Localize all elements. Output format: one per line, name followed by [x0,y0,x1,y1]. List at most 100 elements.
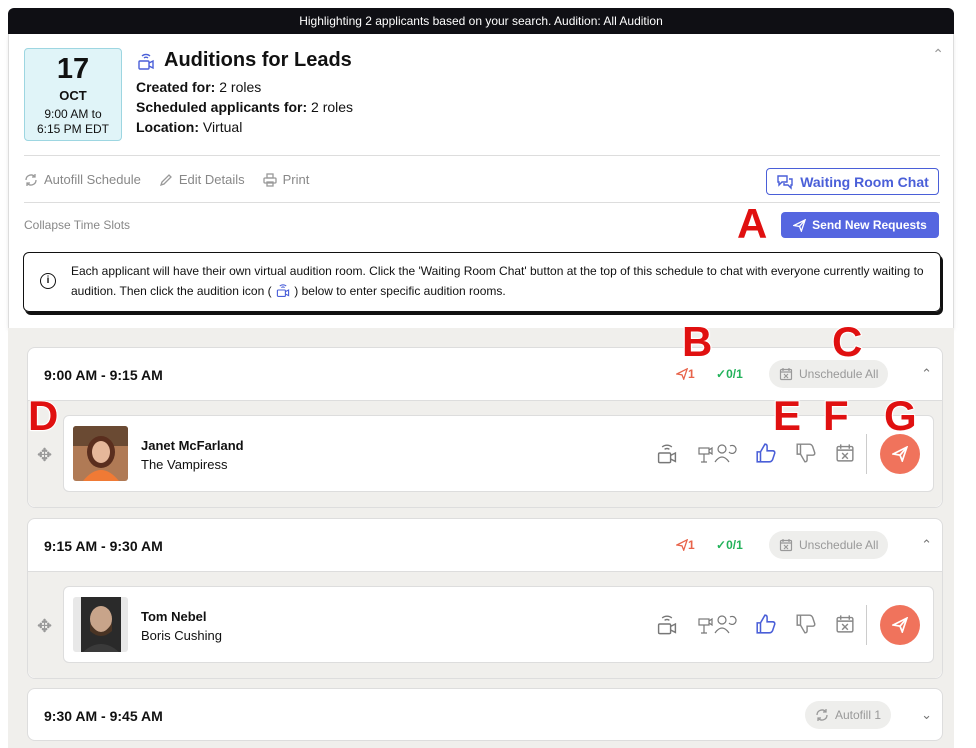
drag-handle-icon[interactable]: ✥ [37,445,52,466]
unschedule-all-button[interactable]: Unschedule All [769,531,889,559]
divider [866,434,867,474]
paper-plane-icon [793,218,807,232]
location-value: Virtual [202,119,243,135]
time-slot-body: ✥ Janet McFarland The Vampiress [28,400,942,507]
created-for-label: Created for: [136,79,216,95]
notice-text-part2: ) below to enter specific audition rooms… [294,284,506,298]
page-title: Auditions for Leads [164,49,352,71]
waiting-room-chat-label: Waiting Room Chat [800,173,929,190]
thumbs-down-icon[interactable] [795,613,817,635]
autofill-schedule-label: Autofill Schedule [44,172,141,187]
date-month: OCT [59,88,87,103]
chevron-up-icon[interactable]: ⌃ [921,366,932,382]
time-slot: 9:15 AM - 9:30 AM 1 ✓0/1 Unschedule All … [27,518,943,679]
thumbs-down-icon[interactable] [795,442,817,464]
date-time-end: 6:15 PM EDT [36,122,110,136]
created-for: Created for: 2 roles [136,79,261,95]
applicant-actions [655,441,855,465]
audition-room-icon[interactable] [655,441,679,465]
pencil-icon [159,173,172,186]
calendar-x-icon[interactable] [835,443,855,463]
audition-inline-icon [275,282,291,298]
drag-handle-icon[interactable]: ✥ [37,616,52,637]
autofill-schedule-button[interactable]: Autofill Schedule [24,172,141,187]
date-time-start: 9:00 AM to [44,107,102,121]
time-slot: 9:30 AM - 9:45 AM Autofill 1 ⌄ [27,688,943,741]
date-badge: 17 OCT 9:00 AM to 6:15 PM EDT [24,48,122,141]
paper-plane-icon [892,617,908,633]
applicant-role: The Vampiress [141,457,228,472]
search-highlight-banner: Highlighting 2 applicants based on your … [8,8,954,34]
virtual-audition-notice: i Each applicant will have their own vir… [23,252,941,312]
print-button[interactable]: Print [262,172,310,187]
time-slot-header: 9:00 AM - 9:15 AM 1 ✓0/1 Unschedule All … [28,348,942,400]
location: Location: Virtual [136,119,242,135]
waiting-room-chat-button[interactable]: Waiting Room Chat [766,168,939,195]
applicant-card: Tom Nebel Boris Cushing [63,586,934,663]
time-slot-time: 9:15 AM - 9:30 AM [44,538,163,554]
chat-bubbles-icon [777,174,793,190]
calendar-x-icon [779,539,793,552]
date-day: 17 [56,53,90,85]
thumbs-up-icon[interactable] [755,442,777,464]
calendar-x-icon [779,368,793,381]
time-slot-header: 9:30 AM - 9:45 AM Autofill 1 ⌄ [28,689,942,741]
edit-details-label: Edit Details [178,172,245,187]
divider [866,605,867,645]
print-label: Print [282,172,310,187]
applicant-role: Boris Cushing [141,628,222,643]
created-for-value: 2 roles [219,79,262,95]
confirmed-value: 0/1 [726,538,743,552]
paper-plane-icon [674,367,689,382]
time-slot-time: 9:00 AM - 9:15 AM [44,367,163,383]
requests-sent-value: 1 [688,538,695,552]
callback-icon[interactable] [697,613,737,635]
chevron-down-icon[interactable]: ⌄ [921,707,932,723]
edit-details-button[interactable]: Edit Details [159,172,245,187]
calendar-x-icon[interactable] [835,614,855,634]
collapse-time-slots-link[interactable]: Collapse Time Slots [24,218,130,232]
autofill-label: Autofill 1 [835,708,882,722]
info-icon: i [40,273,56,289]
annotation-marker-g: G [883,391,918,440]
confirmed-count: ✓0/1 [716,367,743,381]
send-request-button[interactable] [880,605,920,645]
unschedule-all-button[interactable]: Unschedule All [769,360,889,388]
paper-plane-icon [892,446,908,462]
chevron-up-icon[interactable]: ⌃ [921,537,932,553]
title-row: Auditions for Leads [136,49,352,72]
header-toolbar: Autofill Schedule Edit Details Print [24,172,309,187]
page: Highlighting 2 applicants based on your … [0,0,976,748]
thumbs-up-icon[interactable] [755,613,777,635]
send-request-button[interactable] [880,434,920,474]
send-new-requests-button[interactable]: Send New Requests [781,212,939,238]
divider [24,155,940,156]
annotation-marker-e: E [772,391,802,440]
applicant-name[interactable]: Janet McFarland [141,438,244,453]
applicant-card: Janet McFarland The Vampiress [63,415,934,492]
autofill-button[interactable]: Autofill 1 [805,701,892,729]
paper-plane-icon [674,538,689,553]
annotation-marker-d: D [27,391,59,440]
annotation-marker-c: C [831,317,863,366]
time-slots-area: 9:00 AM - 9:15 AM 1 ✓0/1 Unschedule All … [8,328,954,748]
time-slot: 9:00 AM - 9:15 AM 1 ✓0/1 Unschedule All … [27,347,943,508]
chevron-up-icon[interactable]: ⌃ [932,46,944,63]
refresh-icon [816,709,828,721]
confirmed-count: ✓0/1 [716,538,743,552]
applicant-name[interactable]: Tom Nebel [141,609,207,624]
avatar[interactable] [73,426,128,481]
confirmed-value: 0/1 [726,367,743,381]
audition-room-icon[interactable] [655,612,679,636]
annotation-marker-a: A [736,199,768,248]
requests-sent-count: 1 [674,367,695,382]
printer-icon [262,172,277,187]
requests-sent-count: 1 [674,538,695,553]
callback-icon[interactable] [697,442,737,464]
time-slot-time: 9:30 AM - 9:45 AM [44,708,163,724]
send-new-requests-label: Send New Requests [812,218,927,232]
refresh-icon [25,173,37,186]
scheduled-for: Scheduled applicants for: 2 roles [136,99,353,115]
divider [24,202,940,203]
avatar[interactable] [73,597,128,652]
